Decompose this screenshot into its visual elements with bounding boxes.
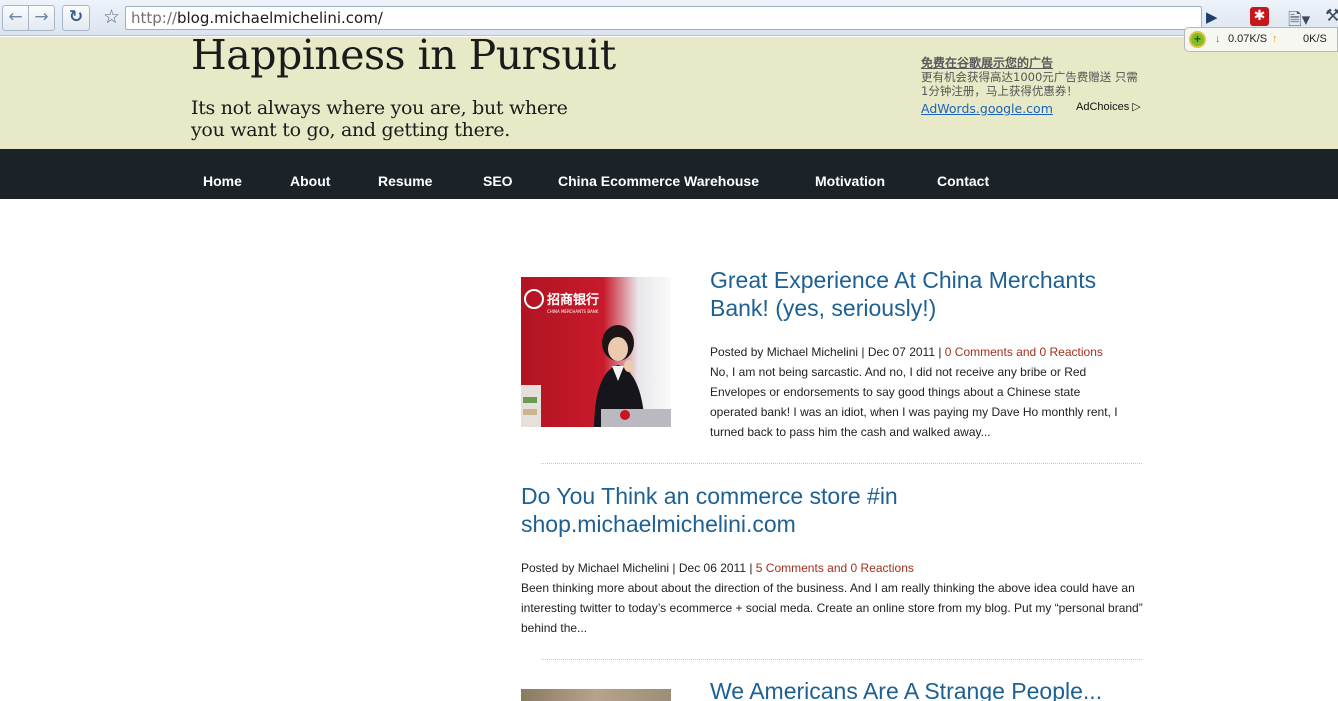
speed-widget[interactable]: + ↓ 0.07K/S ↑ 0K/S bbox=[1184, 27, 1338, 52]
nav-motivation[interactable]: Motivation bbox=[815, 173, 885, 189]
nav-contact[interactable]: Contact bbox=[937, 173, 989, 189]
main-nav: Home About Resume SEO China Ecommerce Wa… bbox=[0, 149, 1338, 199]
upload-speed: 0K/S bbox=[1303, 33, 1327, 45]
nav-seo[interactable]: SEO bbox=[483, 173, 513, 189]
address-bar[interactable]: http://blog.michaelmichelini.com/ bbox=[125, 6, 1202, 30]
url-scheme: http:// bbox=[131, 9, 177, 27]
post-excerpt: No, I am not being sarcastic. And no, I … bbox=[710, 365, 1118, 439]
arrow-left-icon: ← bbox=[8, 7, 23, 27]
post-meta: Posted by Michael Michelini | Dec 06 201… bbox=[521, 561, 914, 575]
download-speed: 0.07K/S bbox=[1228, 33, 1268, 45]
post-divider bbox=[541, 659, 1142, 660]
forward-button[interactable]: → bbox=[28, 5, 55, 31]
url-host: blog.michaelmichelini.com/ bbox=[176, 9, 383, 27]
bank-teller-photo: 招商银行 CHINA MERCHANTS BANK bbox=[521, 289, 671, 427]
post-title[interactable]: We Americans Are A Strange People... bbox=[710, 677, 1140, 701]
bank-sign: 招商银行 bbox=[547, 292, 599, 308]
extension-icon[interactable]: ✱ bbox=[1250, 7, 1269, 26]
post-title[interactable]: Great Experience At China Merchants Bank… bbox=[710, 266, 1140, 322]
bank-sign-sub: CHINA MERCHANTS BANK bbox=[547, 309, 599, 314]
adchoices-link[interactable]: AdChoices ▷ bbox=[1076, 100, 1141, 113]
comments-link[interactable]: 0 Comments and 0 Reactions bbox=[945, 345, 1103, 359]
ad-body: 更有机会获得高达1000元广告费赠送 只需1分钟注册，马上获得优惠券！ bbox=[921, 70, 1138, 98]
post-divider bbox=[541, 463, 1142, 464]
adchoices-icon: ▷ bbox=[1132, 101, 1141, 113]
post-excerpt: Been thinking more about about the direc… bbox=[521, 581, 1143, 635]
play-icon[interactable]: ▶ bbox=[1206, 8, 1218, 26]
ad-block[interactable]: 免费在谷歌展示您的广告 更有机会获得高达1000元广告费赠送 只需1分钟注册，马… bbox=[921, 56, 1146, 117]
nav-about[interactable]: About bbox=[290, 173, 330, 189]
comments-link[interactable]: 5 Comments and 0 Reactions bbox=[756, 561, 914, 575]
upload-arrow-icon: ↑ bbox=[1272, 33, 1278, 45]
site-header: Happiness in Pursuit Its not always wher… bbox=[0, 31, 1338, 149]
nav-china-ecommerce-warehouse[interactable]: China Ecommerce Warehouse bbox=[558, 173, 759, 189]
nav-home[interactable]: Home bbox=[203, 173, 242, 189]
accelerator-ball-icon: + bbox=[1189, 31, 1206, 48]
reload-icon: ↻ bbox=[68, 7, 84, 27]
star-icon[interactable]: ☆ bbox=[103, 6, 120, 28]
back-button[interactable]: ← bbox=[2, 5, 29, 31]
reload-button[interactable]: ↻ bbox=[62, 5, 90, 31]
wrench-icon[interactable]: ⚒ bbox=[1325, 6, 1338, 26]
arrow-right-icon: → bbox=[34, 7, 49, 27]
site-title[interactable]: Happiness in Pursuit bbox=[191, 31, 616, 79]
ad-link[interactable]: AdWords.google.com bbox=[921, 101, 1053, 116]
post-byline: Posted by Michael Michelini | Dec 07 201… bbox=[710, 345, 945, 359]
adchoices-label: AdChoices bbox=[1076, 101, 1130, 113]
ad-title[interactable]: 免费在谷歌展示您的广告 bbox=[921, 56, 1146, 70]
post-title[interactable]: Do You Think an commerce store #in shop.… bbox=[521, 482, 951, 538]
post-thumbnail[interactable]: 招商银行 CHINA MERCHANTS BANK bbox=[521, 277, 671, 427]
nav-resume[interactable]: Resume bbox=[378, 173, 432, 189]
site-tagline: Its not always where you are, but where … bbox=[191, 97, 568, 141]
post-byline: Posted by Michael Michelini | Dec 06 201… bbox=[521, 561, 756, 575]
download-arrow-icon: ↓ bbox=[1215, 33, 1221, 45]
post-meta: Posted by Michael Michelini | Dec 07 201… bbox=[710, 345, 1103, 359]
post-thumbnail[interactable] bbox=[521, 689, 671, 701]
